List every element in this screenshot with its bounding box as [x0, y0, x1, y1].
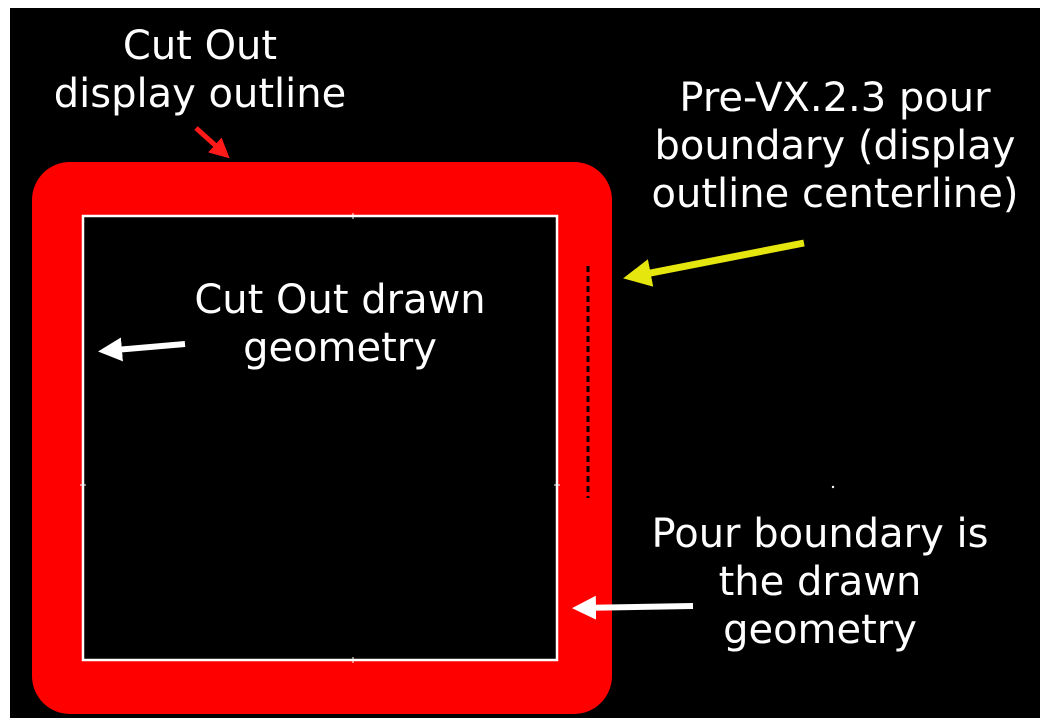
label-line: Pour boundary is [651, 511, 989, 557]
speck [831, 485, 835, 489]
label-cutout-display-outline: Cut Out display outline [30, 22, 370, 118]
label-pre-vx-pour-boundary: Pre-VX.2.3 pour boundary (display outlin… [630, 74, 1040, 218]
label-line: display outline [53, 71, 347, 117]
label-line: geometry [243, 325, 437, 371]
label-cutout-drawn-geometry: Cut Out drawn geometry [170, 276, 510, 372]
arrow-yellow [623, 239, 805, 287]
label-line: Cut Out [122, 23, 278, 69]
label-line: geometry [723, 607, 917, 653]
label-line: boundary (display [654, 123, 1016, 169]
label-pour-boundary-drawn: Pour boundary is the drawn geometry [625, 510, 1015, 654]
label-line: Cut Out drawn [194, 277, 486, 323]
arrow-red [194, 126, 230, 159]
label-line: outline centerline) [651, 171, 1019, 217]
label-line: Pre-VX.2.3 pour [679, 75, 991, 121]
label-line: the drawn [718, 559, 922, 605]
